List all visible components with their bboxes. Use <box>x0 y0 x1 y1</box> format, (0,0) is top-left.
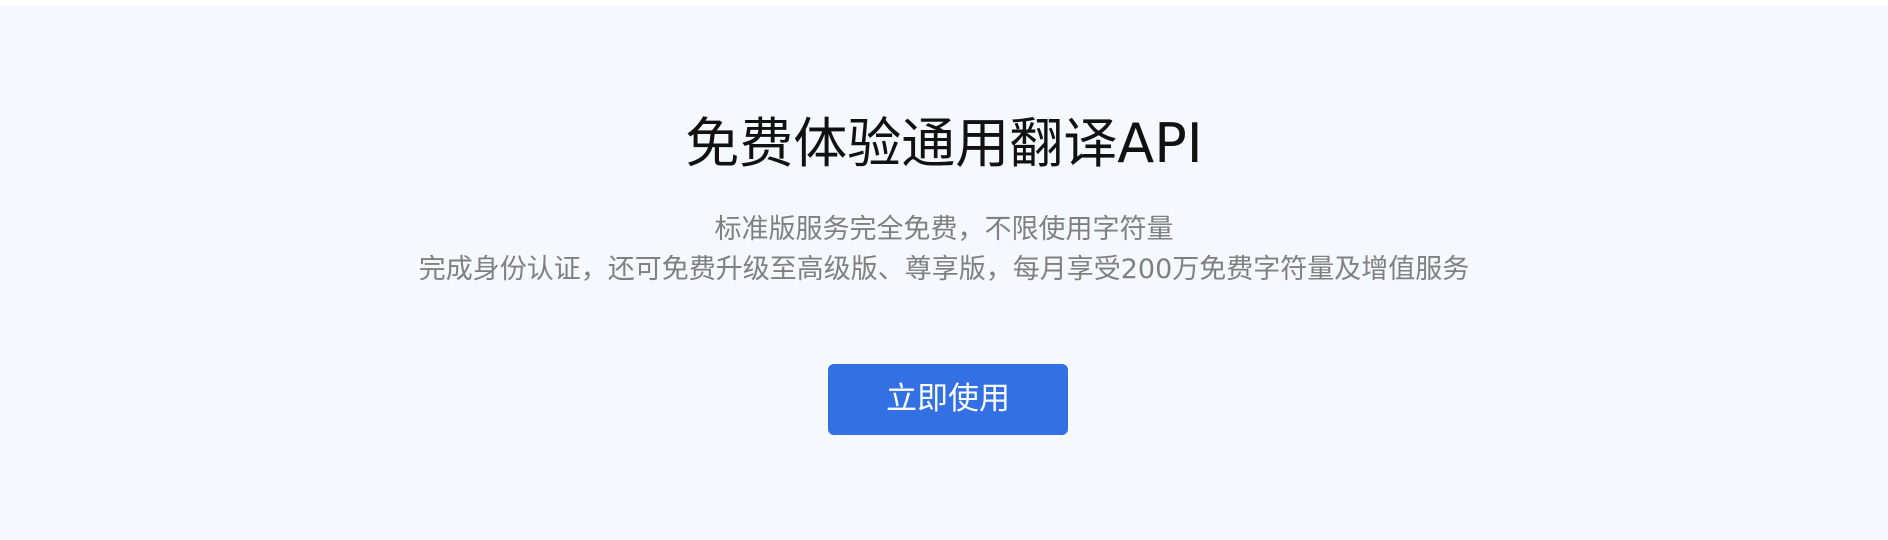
promo-banner: 免费体验通用翻译API 标准版服务完全免费，不限使用字符量 完成身份认证，还可免… <box>0 6 1888 540</box>
banner-description-line-1: 标准版服务完全免费，不限使用字符量 <box>714 214 1174 245</box>
use-now-button[interactable]: 立即使用 <box>828 364 1068 435</box>
banner-title: 免费体验通用翻译API <box>685 112 1203 175</box>
banner-description-line-2: 完成身份认证，还可免费升级至高级版、尊享版，每月享受200万免费字符量及增值服务 <box>418 254 1470 285</box>
